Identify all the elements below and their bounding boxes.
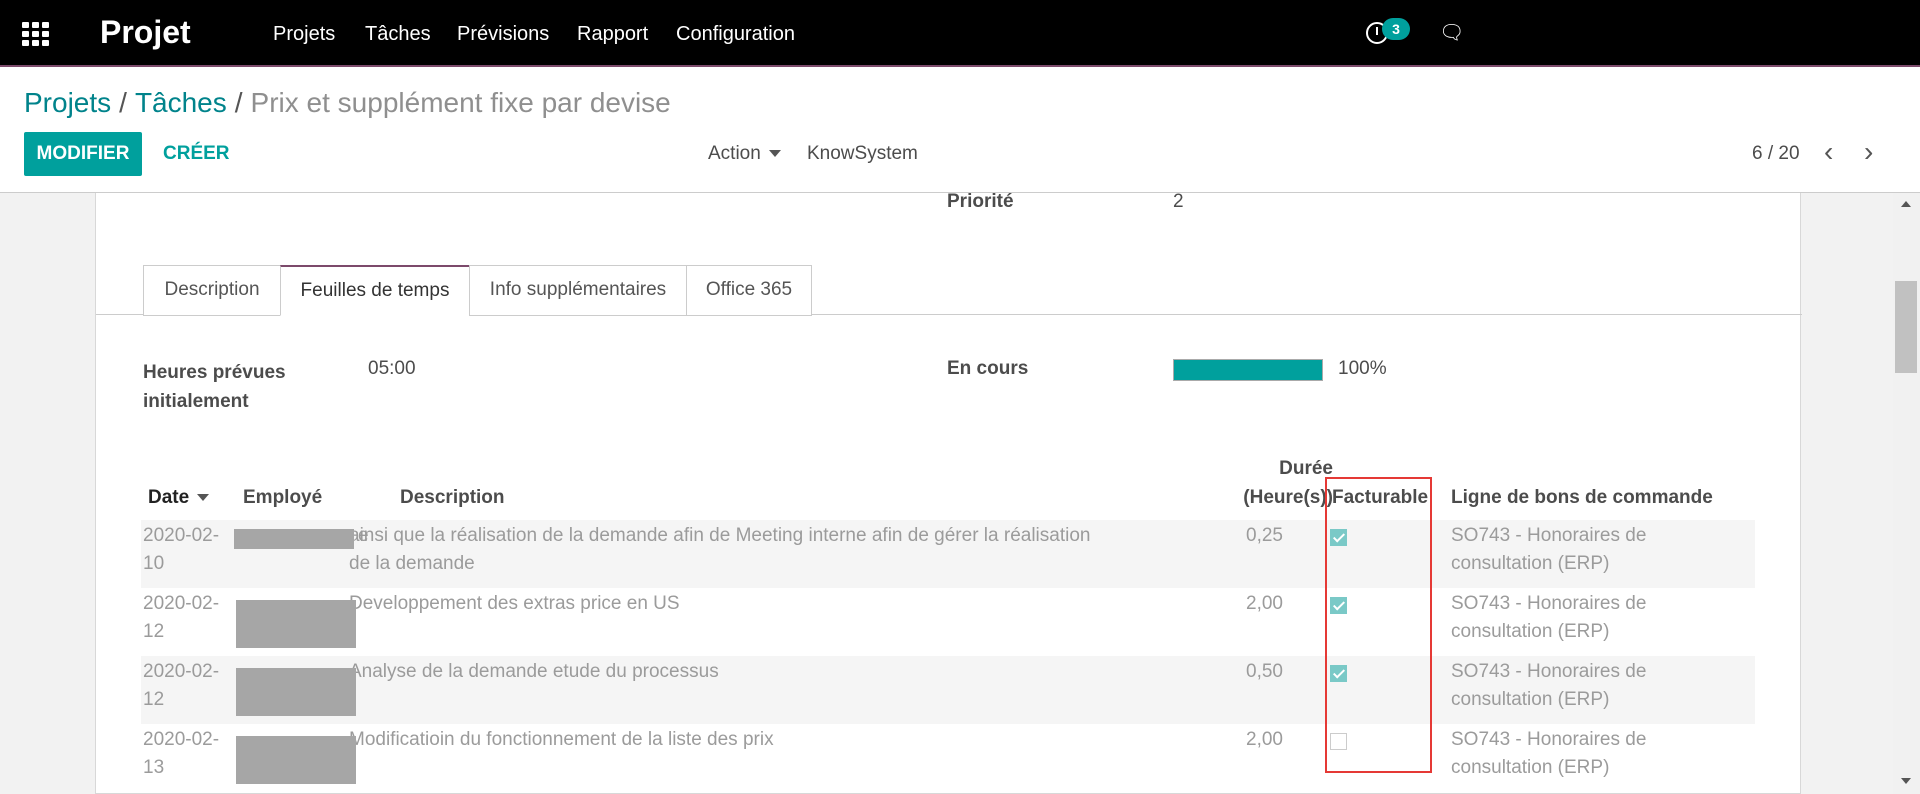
- row-duration: 2,00: [1246, 729, 1283, 750]
- row-so-line: consultation (ERP): [1451, 689, 1610, 710]
- menu-taches[interactable]: Tâches: [365, 23, 431, 46]
- row-description: Analyse de la demande etude du processus: [349, 661, 719, 682]
- action-dropdown[interactable]: Action: [708, 143, 781, 165]
- column-so-line-header[interactable]: Ligne de bons de commande: [1451, 487, 1713, 509]
- edit-button[interactable]: MODIFIER: [24, 132, 142, 176]
- row-so-line: SO743 - Honoraires de: [1451, 525, 1647, 546]
- row-duration: 0,50: [1246, 661, 1283, 682]
- tab-description[interactable]: Description: [143, 265, 281, 316]
- planned-hours-label: Heures prévues initialement: [143, 362, 286, 412]
- row-date: 13: [143, 757, 165, 778]
- row-date: 2020-02-: [143, 525, 220, 546]
- column-employee-header[interactable]: Employé: [243, 487, 322, 509]
- notebook-tabs: Description Feuilles de temps Info suppl…: [96, 265, 1802, 316]
- progress-bar-fill: [1174, 360, 1322, 380]
- tab-office365[interactable]: Office 365: [686, 265, 812, 316]
- control-panel: Projets / Tâches / Prix et supplément fixe p…: [0, 67, 1920, 193]
- tab-extra-info[interactable]: Info supplémentaires: [469, 265, 687, 316]
- row-date: 12: [143, 621, 165, 642]
- column-duration-header-line1[interactable]: Durée: [1253, 458, 1333, 480]
- create-button[interactable]: CRÉER: [163, 143, 230, 165]
- priority-value[interactable]: 2: [1173, 191, 1184, 213]
- vertical-scrollbar[interactable]: [1893, 193, 1920, 794]
- sort-desc-icon: [197, 494, 210, 502]
- table-row[interactable]: 2020-02- 12 Analyse de la demande etude du…: [141, 656, 1755, 724]
- planned-hours-value: 05:00: [368, 358, 416, 379]
- knowsystem-button[interactable]: KnowSystem: [807, 143, 918, 165]
- row-date: 2020-02-: [143, 729, 220, 750]
- scroll-down-icon[interactable]: [1901, 778, 1911, 784]
- table-row[interactable]: 2020-02- 10 ainsi que la réalisation de la…: [141, 520, 1755, 588]
- row-description: de la demande: [349, 553, 475, 574]
- breadcrumb-current: Prix et supplément fixe par devise: [250, 87, 671, 118]
- chevron-left-icon[interactable]: ‹: [1824, 138, 1833, 166]
- activity-count-badge[interactable]: 3: [1382, 18, 1410, 40]
- progress-label: En cours: [947, 358, 1029, 379]
- progress-text: 100%: [1338, 358, 1387, 379]
- top-navbar: Projet Projets Tâches Prévisions Rapport…: [0, 0, 1920, 67]
- app-name: Projet: [100, 14, 191, 50]
- column-description-header[interactable]: Description: [400, 487, 505, 509]
- row-date: 12: [143, 689, 165, 710]
- row-so-line: SO743 - Honoraires de: [1451, 593, 1647, 614]
- breadcrumb-projects[interactable]: Projets: [24, 87, 111, 118]
- row-so-line: SO743 - Honoraires de: [1451, 661, 1647, 682]
- action-label: Action: [708, 143, 761, 164]
- scroll-up-icon[interactable]: [1901, 201, 1911, 207]
- breadcrumb-tasks[interactable]: Tâches: [135, 87, 227, 118]
- redacted-employee: [236, 668, 356, 716]
- row-date: 2020-02-: [143, 593, 220, 614]
- pager-value[interactable]: 6 / 20: [1752, 143, 1800, 165]
- column-date-header[interactable]: Date: [148, 487, 210, 509]
- breadcrumb-separator: /: [234, 87, 243, 118]
- redacted-employee: [236, 600, 356, 648]
- row-duration: 2,00: [1246, 593, 1283, 614]
- form-sheet: Priorité 2 Description Feuilles de temps…: [95, 191, 1802, 794]
- tab-timesheets[interactable]: Feuilles de temps: [280, 265, 470, 316]
- row-employee: e: [358, 525, 369, 546]
- chevron-right-icon[interactable]: ›: [1864, 138, 1873, 166]
- breadcrumb-separator: /: [119, 87, 127, 118]
- row-so-line: consultation (ERP): [1451, 757, 1610, 778]
- apps-grid-icon[interactable]: [22, 22, 50, 46]
- row-so-line: SO743 - Honoraires de: [1451, 729, 1647, 750]
- billable-highlight-box: [1325, 477, 1432, 773]
- menu-configuration[interactable]: Configuration: [676, 23, 795, 46]
- caret-down-icon: [768, 150, 781, 158]
- row-date: 2020-02-: [143, 661, 220, 682]
- row-date: 10: [143, 553, 165, 574]
- progress-bar: [1173, 359, 1323, 381]
- menu-previsions[interactable]: Prévisions: [457, 23, 549, 46]
- chat-icon[interactable]: 🗨: [1439, 23, 1464, 43]
- table-row[interactable]: 2020-02- 12 Developpement des extras price…: [141, 588, 1755, 656]
- column-date-label: Date: [148, 487, 190, 508]
- redacted-employee: [234, 529, 354, 549]
- column-duration-header-line2[interactable]: (Heure(s)): [1213, 487, 1333, 509]
- row-so-line: consultation (ERP): [1451, 621, 1610, 642]
- breadcrumb: Projets / Tâches / Prix et supplément fixe p…: [24, 87, 671, 119]
- menu-rapport[interactable]: Rapport: [577, 23, 648, 46]
- menu-projets[interactable]: Projets: [273, 23, 335, 46]
- redacted-employee: [236, 736, 356, 784]
- row-description: Modificatioin du fonctionnement de la li…: [349, 729, 774, 750]
- table-row[interactable]: 2020-02- 13 Modificatioin du fonctionnemen…: [141, 724, 1755, 792]
- row-description: ainsi que la réalisation de la demande a…: [349, 525, 1091, 546]
- row-description: Developpement des extras price en US: [349, 593, 680, 614]
- scrollbar-thumb[interactable]: [1895, 281, 1917, 373]
- row-so-line: consultation (ERP): [1451, 553, 1610, 574]
- priority-label: Priorité: [947, 191, 1014, 212]
- row-duration: 0,25: [1246, 525, 1283, 546]
